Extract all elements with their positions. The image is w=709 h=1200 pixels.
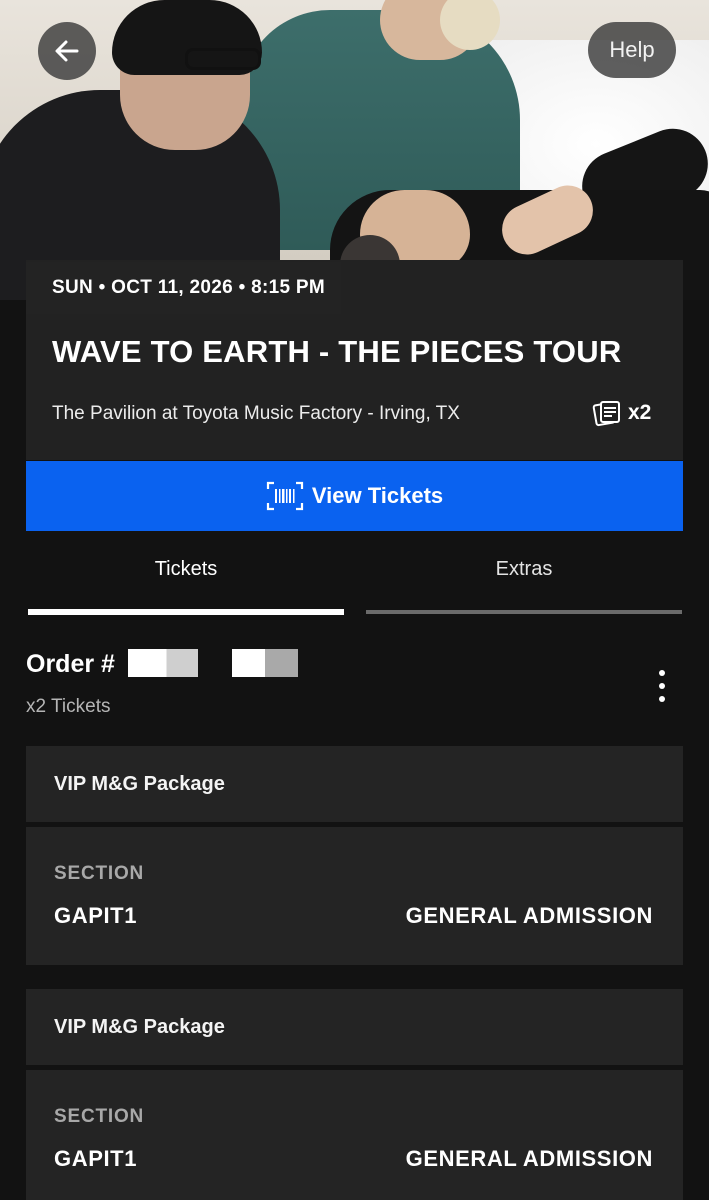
- order-number-redaction: [128, 649, 198, 677]
- order-number-redaction: [232, 649, 298, 677]
- ticket-seat-card[interactable]: SECTION GAPIT1 GENERAL ADMISSION: [26, 827, 683, 965]
- admission-type: GENERAL ADMISSION: [405, 1146, 653, 1171]
- event-venue: The Pavilion at Toyota Music Factory - I…: [52, 403, 460, 424]
- tickets-icon: [592, 401, 620, 427]
- ticket-package[interactable]: VIP M&G Package: [26, 989, 683, 1065]
- ticket-count-badge: x2: [592, 396, 651, 430]
- arrow-left-icon: [55, 40, 79, 62]
- barcode-icon: [266, 481, 303, 511]
- admission-type: GENERAL ADMISSION: [405, 903, 653, 928]
- order-number-label: Order #: [26, 650, 115, 678]
- order-ticket-count: x2 Tickets: [26, 696, 111, 717]
- ticket-page: Help SUN • OCT 11, 2026 • 8:15 PM WAVE T…: [0, 0, 709, 1200]
- view-tickets-button[interactable]: View Tickets: [26, 461, 683, 531]
- ticket-count-value: x2: [628, 401, 652, 424]
- section-label: SECTION: [54, 863, 145, 884]
- ticket-seat-card[interactable]: SECTION GAPIT1 GENERAL ADMISSION: [26, 1070, 683, 1200]
- tab-extras-indicator: [366, 610, 682, 614]
- view-tickets-label: View Tickets: [311, 483, 444, 508]
- tab-extras[interactable]: Extras: [364, 540, 684, 620]
- more-vertical-icon[interactable]: [648, 668, 676, 704]
- section-value: GAPIT1: [54, 1146, 138, 1171]
- section-value: GAPIT1: [54, 903, 138, 928]
- event-title: WAVE TO EARTH - THE PIECES TOUR: [52, 334, 622, 369]
- help-button[interactable]: Help: [588, 22, 676, 78]
- ticket-package[interactable]: VIP M&G Package: [26, 746, 683, 822]
- tab-tickets-indicator: [28, 609, 344, 615]
- section-label: SECTION: [54, 1106, 145, 1127]
- event-date: SUN • OCT 11, 2026 • 8:15 PM: [26, 262, 342, 314]
- tab-tickets[interactable]: Tickets: [26, 540, 346, 620]
- back-button[interactable]: [38, 22, 96, 80]
